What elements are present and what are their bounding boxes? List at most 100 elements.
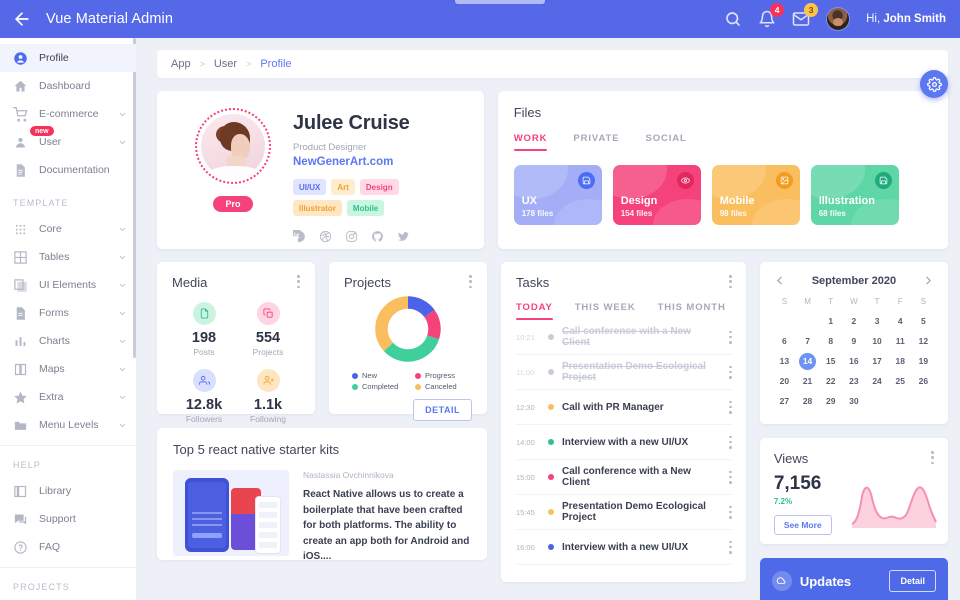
tab-social[interactable]: SOCIAL bbox=[645, 133, 686, 151]
task-row[interactable]: 14:00 Interview with a new UI/UX bbox=[516, 425, 732, 460]
media-menu-button[interactable] bbox=[297, 275, 300, 288]
profile-tag[interactable]: Design bbox=[359, 179, 399, 195]
task-row[interactable]: 16:00 Interview with a new UI/UX bbox=[516, 530, 732, 565]
calendar-day[interactable]: 22 bbox=[819, 373, 842, 390]
calendar-day[interactable]: 7 bbox=[796, 333, 819, 350]
calendar-day[interactable]: 10 bbox=[865, 333, 888, 350]
sidebar-item-ui-elements[interactable]: UI Elements bbox=[0, 271, 136, 299]
profile-tag[interactable]: Illustrator bbox=[293, 200, 342, 216]
calendar-day[interactable]: 9 bbox=[842, 333, 865, 350]
calendar-day[interactable]: 6 bbox=[773, 333, 796, 350]
breadcrumb-item-profile[interactable]: Profile bbox=[260, 58, 291, 70]
calendar-day[interactable]: 18 bbox=[889, 353, 912, 370]
profile-tag[interactable]: Art bbox=[331, 179, 355, 195]
chevron-right-icon[interactable] bbox=[922, 274, 935, 287]
profile-website-link[interactable]: NewGenerArt.com bbox=[293, 156, 468, 168]
calendar-day[interactable]: 11 bbox=[889, 333, 912, 350]
sidebar-item-ecommerce[interactable]: E-commerce bbox=[0, 100, 136, 128]
sidebar-item-core[interactable]: Core bbox=[0, 215, 136, 243]
calendar-day[interactable]: 26 bbox=[912, 373, 935, 390]
calendar-day[interactable]: 21 bbox=[796, 373, 819, 390]
task-row[interactable]: 15:00 Call conference with a New Client bbox=[516, 460, 732, 495]
sidebar-item-profile[interactable]: Profile bbox=[0, 44, 136, 72]
tab-this-month[interactable]: THIS MONTH bbox=[658, 302, 726, 320]
calendar-day[interactable]: 30 bbox=[842, 393, 865, 410]
task-menu-button[interactable] bbox=[729, 365, 732, 379]
settings-fab[interactable] bbox=[920, 70, 948, 98]
calendar-day-selected[interactable]: 14 bbox=[799, 353, 817, 370]
updates-detail-button[interactable]: Detail bbox=[889, 570, 936, 592]
sidebar-item-extra[interactable]: Extra bbox=[0, 383, 136, 411]
breadcrumb-item-user[interactable]: User bbox=[214, 58, 237, 70]
github-icon[interactable] bbox=[371, 230, 384, 243]
projects-detail-button[interactable]: DETAIL bbox=[413, 399, 472, 421]
task-menu-button[interactable] bbox=[729, 435, 732, 449]
dribbble-icon[interactable] bbox=[319, 230, 332, 243]
profile-tag[interactable]: UI/UX bbox=[293, 179, 327, 195]
calendar-day[interactable]: 12 bbox=[912, 333, 935, 350]
sidebar-item-faq[interactable]: FAQ bbox=[0, 533, 136, 561]
calendar-day[interactable]: 4 bbox=[889, 313, 912, 330]
task-row[interactable]: 12:30 Call with PR Manager bbox=[516, 390, 732, 425]
sidebar-item-user[interactable]: new User bbox=[0, 126, 136, 156]
task-menu-button[interactable] bbox=[729, 540, 732, 554]
sidebar-item-library[interactable]: Library bbox=[0, 477, 136, 505]
sidebar-item-tables[interactable]: Tables bbox=[0, 243, 136, 271]
calendar-day[interactable]: 28 bbox=[796, 393, 819, 410]
tab-private[interactable]: PRIVATE bbox=[573, 133, 619, 151]
see-more-button[interactable]: See More bbox=[773, 515, 832, 535]
file-card-design[interactable]: Design 154 files bbox=[612, 165, 701, 225]
file-card-ux[interactable]: UX 178 files bbox=[513, 165, 602, 225]
facebook-icon[interactable] bbox=[293, 230, 306, 243]
sidebar-item-menu-levels[interactable]: Menu Levels bbox=[0, 411, 136, 439]
task-row[interactable]: 10:21 Call conference with a New Client bbox=[516, 320, 732, 355]
task-menu-button[interactable] bbox=[729, 400, 732, 414]
sidebar-item-documentation[interactable]: Documentation bbox=[0, 156, 136, 184]
avatar[interactable] bbox=[826, 7, 851, 31]
sidebar-item-forms[interactable]: Forms bbox=[0, 299, 136, 327]
task-row[interactable]: 15:45 Presentation Demo Ecological Proje… bbox=[516, 495, 732, 530]
calendar-day[interactable]: 13 bbox=[773, 353, 796, 370]
task-menu-button[interactable] bbox=[729, 505, 732, 519]
task-row[interactable]: 11:00 Presentation Demo Ecological Proje… bbox=[516, 355, 732, 390]
messages-button[interactable]: 3 bbox=[792, 3, 819, 28]
calendar-day[interactable]: 23 bbox=[842, 373, 865, 390]
sidebar-item-maps[interactable]: Maps bbox=[0, 355, 136, 383]
tab-today[interactable]: TODAY bbox=[516, 302, 553, 320]
calendar-day[interactable]: 5 bbox=[912, 313, 935, 330]
calendar-day[interactable]: 3 bbox=[865, 313, 888, 330]
tasks-menu-button[interactable] bbox=[729, 275, 732, 288]
calendar-day[interactable]: 24 bbox=[865, 373, 888, 390]
calendar-day[interactable]: 25 bbox=[889, 373, 912, 390]
twitter-icon[interactable] bbox=[397, 230, 410, 243]
calendar-day[interactable]: 1 bbox=[819, 313, 842, 330]
notifications-button[interactable]: 4 bbox=[758, 3, 785, 28]
pro-badge[interactable]: Pro bbox=[213, 196, 253, 212]
task-menu-button[interactable] bbox=[729, 470, 732, 484]
tab-work[interactable]: WORK bbox=[513, 133, 548, 151]
arrow-left-icon[interactable] bbox=[12, 9, 32, 29]
instagram-icon[interactable] bbox=[345, 230, 358, 243]
task-menu-button[interactable] bbox=[729, 330, 732, 344]
views-menu-button[interactable] bbox=[931, 451, 934, 464]
calendar-day[interactable]: 2 bbox=[842, 313, 865, 330]
sidebar-item-dashboard[interactable]: Dashboard bbox=[0, 72, 136, 100]
projects-menu-button[interactable] bbox=[469, 275, 472, 288]
tab-this-week[interactable]: THIS WEEK bbox=[575, 302, 636, 320]
calendar-day[interactable]: 20 bbox=[773, 373, 796, 390]
calendar-day[interactable]: 19 bbox=[912, 353, 935, 370]
calendar-day[interactable]: 16 bbox=[842, 353, 865, 370]
calendar-day[interactable]: 8 bbox=[819, 333, 842, 350]
calendar-day[interactable]: 27 bbox=[773, 393, 796, 410]
profile-tag[interactable]: Mobile bbox=[346, 200, 385, 216]
file-card-illustration[interactable]: Illustration 68 files bbox=[810, 165, 899, 225]
calendar-day[interactable]: 15 bbox=[819, 353, 842, 370]
calendar-day[interactable]: 29 bbox=[819, 393, 842, 410]
sidebar-item-support[interactable]: Support bbox=[0, 505, 136, 533]
search-icon[interactable] bbox=[724, 10, 742, 28]
calendar-day[interactable]: 17 bbox=[865, 353, 888, 370]
file-card-mobile[interactable]: Mobile 98 files bbox=[711, 165, 800, 225]
breadcrumb-item-app[interactable]: App bbox=[171, 58, 191, 70]
chevron-left-icon[interactable] bbox=[773, 274, 786, 287]
sidebar-item-charts[interactable]: Charts bbox=[0, 327, 136, 355]
